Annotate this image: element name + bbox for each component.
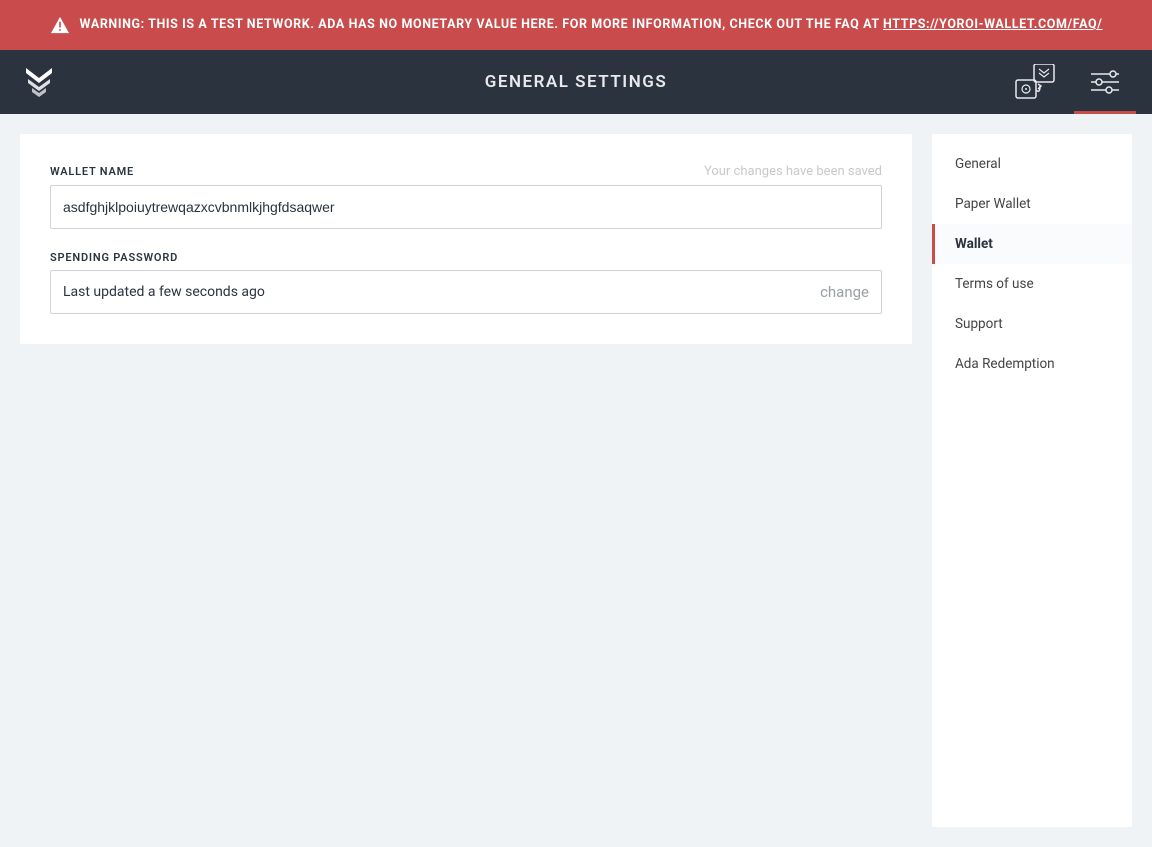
sidebar-item-label: Ada Redemption (955, 356, 1055, 372)
settings-sidebar: General Paper Wallet Wallet Terms of use… (932, 134, 1132, 827)
warning-triangle-icon (50, 16, 70, 34)
changes-saved-message: Your changes have been saved (704, 164, 882, 179)
warning-text: WARNING: THIS IS A TEST NETWORK. ADA HAS… (80, 15, 1103, 35)
spending-password-label: SPENDING PASSWORD (50, 251, 178, 264)
test-network-warning-banner: WARNING: THIS IS A TEST NETWORK. ADA HAS… (0, 0, 1152, 50)
wallet-name-label: WALLET NAME (50, 165, 134, 178)
yoroi-logo-icon[interactable] (24, 64, 54, 100)
sidebar-item-general[interactable]: General (932, 144, 1132, 184)
change-password-link[interactable]: change (820, 283, 869, 301)
main-content-area: WALLET NAME Your changes have been saved… (0, 114, 1152, 847)
sidebar-item-label: Terms of use (955, 276, 1034, 292)
warning-text-content: WARNING: THIS IS A TEST NETWORK. ADA HAS… (80, 17, 884, 32)
top-navigation-bar: GENERAL SETTINGS (0, 50, 1152, 114)
sidebar-item-wallet[interactable]: Wallet (932, 224, 1132, 264)
header-actions (1012, 58, 1128, 106)
sidebar-item-ada-redemption[interactable]: Ada Redemption (932, 344, 1132, 384)
daedalus-transfer-button[interactable] (1012, 58, 1058, 106)
wallet-name-input[interactable] (50, 185, 882, 229)
settings-button[interactable] (1082, 58, 1128, 106)
page-title: GENERAL SETTINGS (485, 72, 667, 92)
sidebar-item-terms-of-use[interactable]: Terms of use (932, 264, 1132, 304)
sidebar-item-label: Wallet (955, 236, 993, 252)
password-updated-status: Last updated a few seconds ago (63, 284, 265, 300)
spending-password-row: Last updated a few seconds ago change (50, 270, 882, 314)
sidebar-item-paper-wallet[interactable]: Paper Wallet (932, 184, 1132, 224)
sidebar-item-support[interactable]: Support (932, 304, 1132, 344)
sidebar-item-label: Support (955, 316, 1003, 332)
warning-faq-link[interactable]: HTTPS://YOROI-WALLET.COM/FAQ/ (883, 17, 1102, 32)
sidebar-item-label: General (955, 156, 1001, 172)
sidebar-item-label: Paper Wallet (955, 196, 1031, 212)
wallet-settings-card: WALLET NAME Your changes have been saved… (20, 134, 912, 344)
